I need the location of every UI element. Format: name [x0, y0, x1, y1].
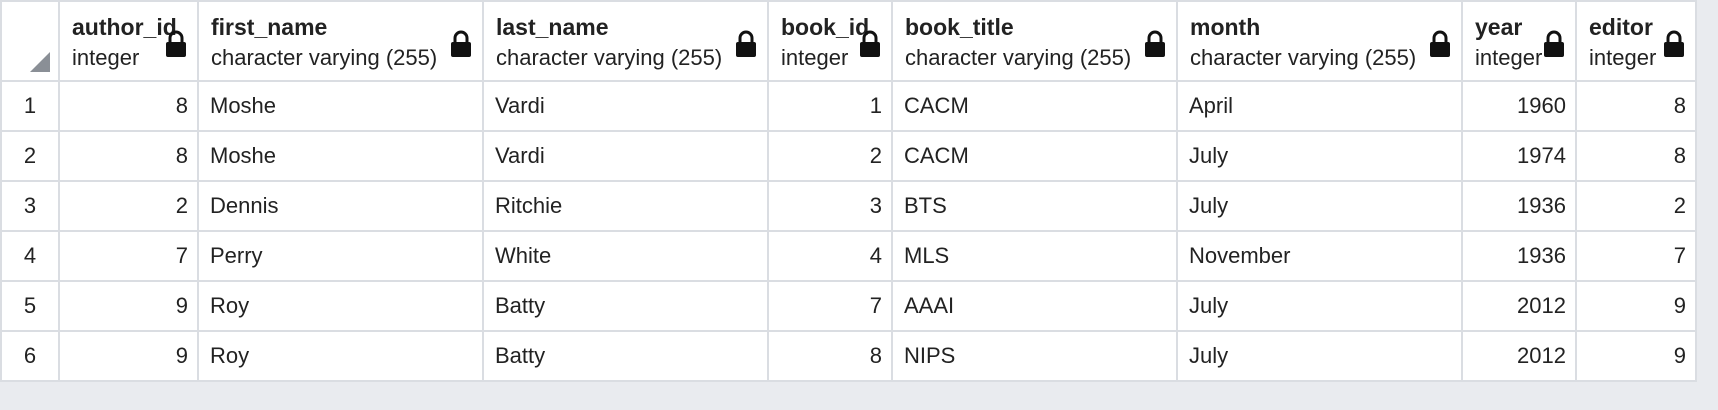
- table-row[interactable]: 6 9 Roy Batty 8 NIPS July 2012 9: [0, 330, 1697, 382]
- column-name: last_name: [496, 14, 609, 40]
- cell-month[interactable]: July: [1176, 130, 1463, 182]
- cell-last-name[interactable]: Vardi: [482, 80, 769, 132]
- cell-book-id[interactable]: 2: [767, 130, 893, 182]
- cell-author-id[interactable]: 9: [58, 280, 199, 332]
- column-type: character varying (255): [905, 45, 1132, 70]
- results-grid: author_id integer first_name character v…: [0, 0, 1697, 382]
- lock-icon: [736, 30, 756, 57]
- column-name: book_title: [905, 14, 1014, 40]
- column-header-first-name[interactable]: first_name character varying (255): [197, 0, 484, 82]
- column-header-editor[interactable]: editor integer: [1575, 0, 1697, 82]
- cell-editor[interactable]: 2: [1575, 180, 1697, 232]
- row-number[interactable]: 2: [0, 130, 60, 182]
- cell-first-name[interactable]: Moshe: [197, 80, 484, 132]
- cell-year[interactable]: 2012: [1461, 280, 1577, 332]
- cell-author-id[interactable]: 7: [58, 230, 199, 282]
- cell-book-title[interactable]: MLS: [891, 230, 1178, 282]
- cell-last-name[interactable]: White: [482, 230, 769, 282]
- lock-icon: [1544, 30, 1564, 57]
- table-row[interactable]: 1 8 Moshe Vardi 1 CACM April 1960 8: [0, 80, 1697, 132]
- cell-last-name[interactable]: Batty: [482, 280, 769, 332]
- cell-book-title[interactable]: CACM: [891, 80, 1178, 132]
- cell-book-id[interactable]: 8: [767, 330, 893, 382]
- row-number[interactable]: 1: [0, 80, 60, 132]
- column-header-year[interactable]: year integer: [1461, 0, 1577, 82]
- cell-book-id[interactable]: 3: [767, 180, 893, 232]
- cell-year[interactable]: 1936: [1461, 230, 1577, 282]
- column-header-author-id[interactable]: author_id integer: [58, 0, 199, 82]
- lock-icon: [860, 30, 880, 57]
- select-all-corner[interactable]: [0, 0, 60, 82]
- table-row[interactable]: 4 7 Perry White 4 MLS November 1936 7: [0, 230, 1697, 282]
- table-row[interactable]: 2 8 Moshe Vardi 2 CACM July 1974 8: [0, 130, 1697, 182]
- cell-first-name[interactable]: Dennis: [197, 180, 484, 232]
- lock-icon: [1664, 30, 1684, 57]
- table-row[interactable]: 5 9 Roy Batty 7 AAAI July 2012 9: [0, 280, 1697, 332]
- row-number[interactable]: 4: [0, 230, 60, 282]
- header-row: author_id integer first_name character v…: [0, 0, 1697, 82]
- cell-last-name[interactable]: Ritchie: [482, 180, 769, 232]
- column-name: first_name: [211, 14, 328, 40]
- cell-book-id[interactable]: 1: [767, 80, 893, 132]
- cell-year[interactable]: 2012: [1461, 330, 1577, 382]
- row-number[interactable]: 6: [0, 330, 60, 382]
- cell-month[interactable]: July: [1176, 330, 1463, 382]
- column-type: character varying (255): [211, 45, 438, 70]
- column-header-month[interactable]: month character varying (255): [1176, 0, 1463, 82]
- cell-year[interactable]: 1960: [1461, 80, 1577, 132]
- cell-editor[interactable]: 9: [1575, 280, 1697, 332]
- cell-year[interactable]: 1936: [1461, 180, 1577, 232]
- cell-book-id[interactable]: 7: [767, 280, 893, 332]
- cell-book-title[interactable]: CACM: [891, 130, 1178, 182]
- cell-year[interactable]: 1974: [1461, 130, 1577, 182]
- cell-author-id[interactable]: 9: [58, 330, 199, 382]
- column-header-book-id[interactable]: book_id integer: [767, 0, 893, 82]
- cell-month[interactable]: July: [1176, 280, 1463, 332]
- cell-author-id[interactable]: 2: [58, 180, 199, 232]
- column-type: character varying (255): [1190, 45, 1417, 70]
- cell-author-id[interactable]: 8: [58, 80, 199, 132]
- cell-author-id[interactable]: 8: [58, 130, 199, 182]
- cell-month[interactable]: July: [1176, 180, 1463, 232]
- column-type: character varying (255): [496, 45, 723, 70]
- table-row[interactable]: 3 2 Dennis Ritchie 3 BTS July 1936 2: [0, 180, 1697, 232]
- cell-editor[interactable]: 8: [1575, 80, 1697, 132]
- cell-editor[interactable]: 8: [1575, 130, 1697, 182]
- cell-first-name[interactable]: Roy: [197, 330, 484, 382]
- row-number[interactable]: 5: [0, 280, 60, 332]
- lock-icon: [166, 30, 186, 57]
- select-all-corner-icon: [30, 52, 50, 72]
- column-name: month: [1190, 14, 1261, 40]
- cell-book-id[interactable]: 4: [767, 230, 893, 282]
- row-number[interactable]: 3: [0, 180, 60, 232]
- lock-icon: [1145, 30, 1165, 57]
- cell-book-title[interactable]: AAAI: [891, 280, 1178, 332]
- lock-icon: [1430, 30, 1450, 57]
- cell-last-name[interactable]: Batty: [482, 330, 769, 382]
- column-header-book-title[interactable]: book_title character varying (255): [891, 0, 1178, 82]
- cell-editor[interactable]: 7: [1575, 230, 1697, 282]
- cell-editor[interactable]: 9: [1575, 330, 1697, 382]
- column-header-last-name[interactable]: last_name character varying (255): [482, 0, 769, 82]
- cell-book-title[interactable]: BTS: [891, 180, 1178, 232]
- cell-first-name[interactable]: Roy: [197, 280, 484, 332]
- cell-first-name[interactable]: Moshe: [197, 130, 484, 182]
- lock-icon: [451, 30, 471, 57]
- cell-month[interactable]: April: [1176, 80, 1463, 132]
- cell-last-name[interactable]: Vardi: [482, 130, 769, 182]
- cell-first-name[interactable]: Perry: [197, 230, 484, 282]
- cell-book-title[interactable]: NIPS: [891, 330, 1178, 382]
- cell-month[interactable]: November: [1176, 230, 1463, 282]
